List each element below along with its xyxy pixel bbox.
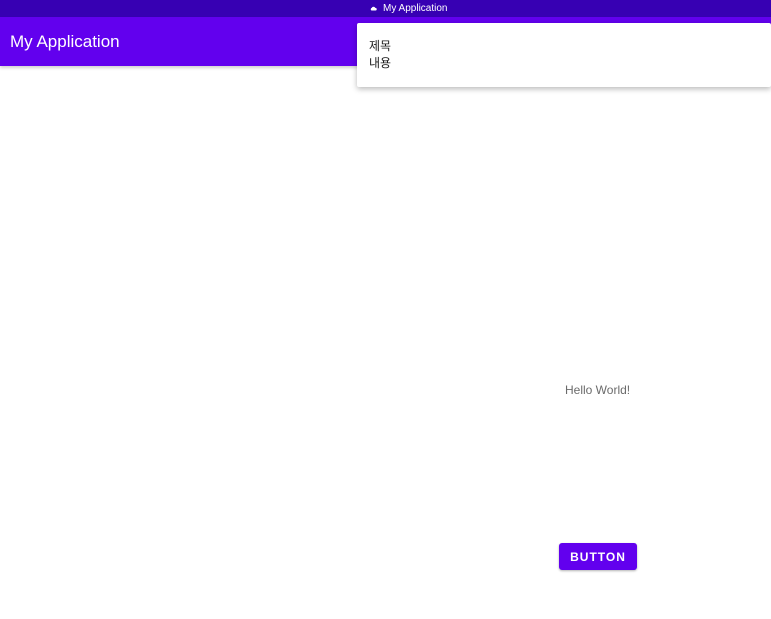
heads-up-notification[interactable]: 제목 내용 (357, 23, 771, 87)
app-screen: My Application My Application 제목 내용 Hell… (0, 0, 771, 619)
status-notification: My Application (370, 2, 447, 15)
app-title: My Application (10, 32, 120, 51)
status-bar: My Application (0, 0, 771, 17)
main-button[interactable]: BUTTON (559, 543, 637, 570)
cloud-icon (370, 5, 377, 12)
notification-text: 내용 (369, 56, 392, 70)
notification-title: 제목 (369, 39, 392, 53)
status-app-name: My Application (383, 3, 448, 14)
hello-text: Hello World! (565, 383, 631, 397)
